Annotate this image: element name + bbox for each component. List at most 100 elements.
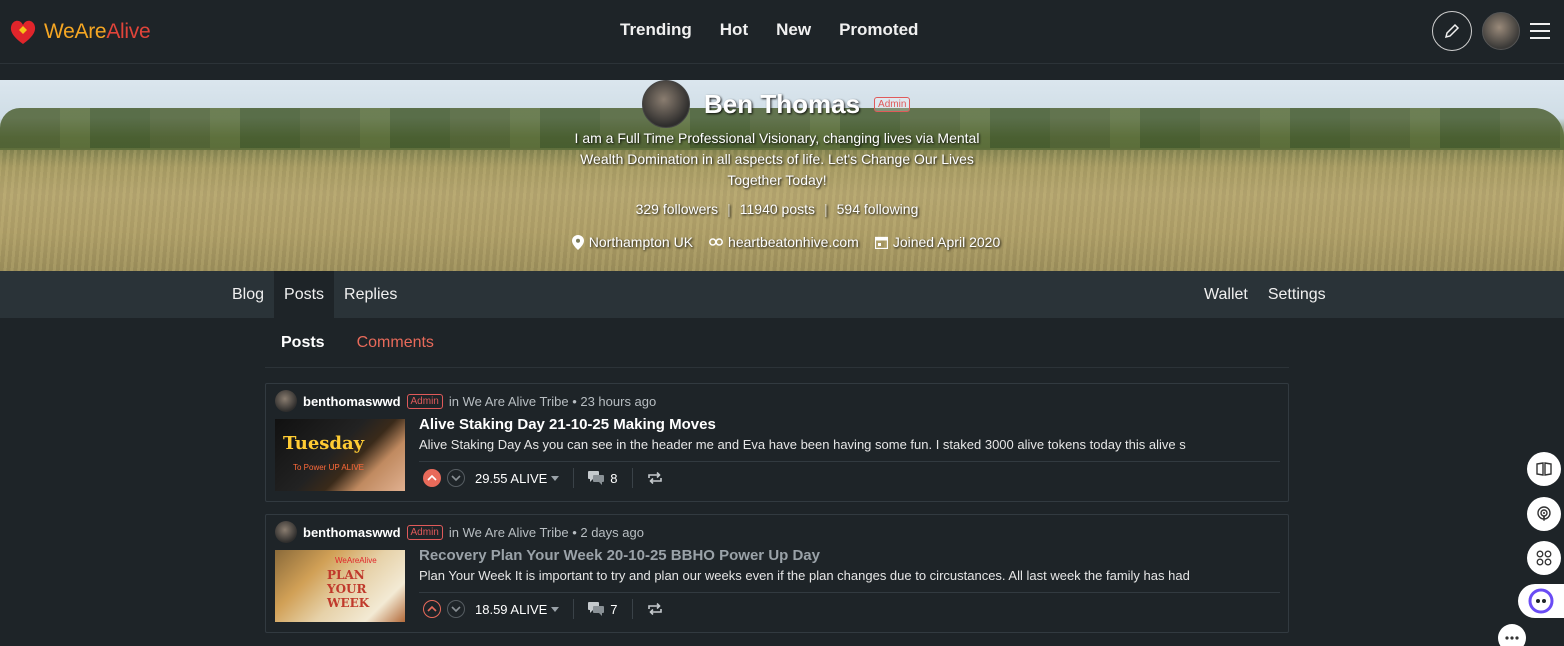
main-nav: Trending Hot New Promoted [620, 20, 918, 40]
comments-button[interactable]: 8 [588, 470, 618, 486]
post-meta: in We Are Alive Tribe • 2 days ago [448, 524, 644, 540]
profile-avatar [642, 80, 690, 128]
post-excerpt[interactable]: Plan Your Week It is important to try an… [419, 568, 1279, 583]
post-author-row: benthomaswwd Admin in We Are Alive Tribe… [275, 521, 644, 543]
post-author-row: benthomaswwd Admin in We Are Alive Tribe… [275, 390, 656, 412]
admin-badge: Admin [406, 524, 443, 540]
divider [631, 599, 633, 619]
ellipsis-icon [1505, 636, 1519, 640]
podcast-icon [1537, 506, 1551, 521]
comments-icon [588, 602, 605, 616]
admin-badge: Admin [406, 393, 443, 409]
profile-identity: Ben Thomas Admin [642, 80, 911, 128]
apps-button[interactable] [1527, 541, 1561, 575]
nav-promoted[interactable]: Promoted [839, 20, 918, 40]
chevron-down-icon [451, 606, 461, 613]
chevron-up-icon [427, 474, 437, 481]
post-card: benthomaswwd Admin in We Are Alive Tribe… [265, 514, 1289, 633]
stats-separator: | [727, 201, 731, 217]
post-actions: 18.59 ALIVE 7 [419, 592, 1280, 625]
reblog-icon[interactable] [647, 472, 663, 484]
pencil-icon [1444, 23, 1460, 39]
website-link[interactable]: heartbeatonhive.com [728, 234, 859, 250]
divider [573, 599, 575, 619]
brand-name: WeAreAlive [44, 20, 151, 43]
tab-wallet[interactable]: Wallet [1194, 271, 1258, 318]
reader-button[interactable] [1527, 452, 1561, 486]
comments-count: 7 [610, 601, 618, 617]
link-icon [709, 238, 723, 246]
thumbnail-text: Tuesday [283, 433, 365, 454]
tab-blog[interactable]: Blog [222, 271, 274, 318]
location: Northampton UK [571, 234, 694, 250]
assistant-icon [1528, 588, 1554, 614]
post-excerpt[interactable]: Alive Staking Day As you can see in the … [419, 437, 1279, 452]
website[interactable]: heartbeatonhive.com [709, 234, 859, 250]
author-avatar[interactable] [275, 521, 297, 543]
sub-tabs: Posts Comments [265, 318, 1289, 368]
reblog-icon[interactable] [647, 603, 663, 615]
divider [573, 468, 575, 488]
profile-meta: Northampton UK heartbeatonhive.com Joine… [0, 234, 1564, 250]
menu-icon[interactable] [1530, 23, 1550, 39]
author-avatar[interactable] [275, 390, 297, 412]
payout-value: 29.55 ALIVE [475, 470, 548, 486]
thumbnail-subtext: WeAreAlive [335, 556, 377, 565]
tab-posts[interactable]: Posts [274, 271, 335, 318]
upvote-button[interactable] [423, 600, 441, 618]
posts-count: 11940 posts [739, 201, 815, 217]
calendar-icon [874, 236, 888, 249]
comments-icon [588, 471, 605, 485]
location-text: Northampton UK [588, 234, 694, 250]
profile-header: Ben Thomas Admin I am a Full Time Profes… [0, 80, 1564, 271]
payout-dropdown[interactable]: 18.59 ALIVE [475, 601, 560, 617]
downvote-button[interactable] [447, 600, 465, 618]
author-name[interactable]: benthomaswwd [303, 394, 401, 409]
nav-new[interactable]: New [776, 20, 811, 40]
thumbnail-text: PLAN YOUR WEEK [327, 568, 370, 610]
divider [631, 468, 633, 488]
heart-logo-icon [10, 20, 36, 44]
profile-about: I am a Full Time Professional Visionary,… [574, 130, 980, 188]
post-meta: in We Are Alive Tribe • 23 hours ago [448, 393, 657, 409]
subtab-comments[interactable]: Comments [341, 318, 450, 367]
comments-button[interactable]: 7 [588, 601, 618, 617]
nav-hot[interactable]: Hot [720, 20, 748, 40]
chevron-down-icon [451, 475, 461, 482]
podcast-button[interactable] [1527, 497, 1561, 531]
tab-settings[interactable]: Settings [1258, 271, 1336, 318]
author-name[interactable]: benthomaswwd [303, 525, 401, 540]
post-title[interactable]: Recovery Plan Your Week 20-10-25 BBHO Po… [419, 547, 820, 564]
joined-text: Joined April 2020 [892, 234, 1001, 250]
subtab-posts[interactable]: Posts [265, 318, 341, 367]
nav-trending[interactable]: Trending [620, 20, 692, 40]
comments-count: 8 [610, 470, 618, 486]
location-pin-icon [571, 234, 584, 250]
assistant-button[interactable] [1518, 584, 1564, 618]
payout-value: 18.59 ALIVE [475, 601, 548, 617]
user-avatar[interactable] [1482, 12, 1520, 50]
profile-nav-left: Blog Posts Replies [222, 271, 407, 318]
book-icon [1536, 462, 1552, 476]
post-card: benthomaswwd Admin in We Are Alive Tribe… [265, 383, 1289, 502]
payout-dropdown[interactable]: 29.55 ALIVE [475, 470, 560, 486]
site-logo[interactable]: WeAreAlive [8, 18, 151, 46]
top-bar: WeAreAlive Trending Hot New Promoted [0, 0, 1564, 64]
post-title[interactable]: Alive Staking Day 21-10-25 Making Moves [419, 416, 716, 433]
admin-badge: Admin [874, 96, 911, 112]
following-count[interactable]: 594 following [837, 201, 919, 217]
post-thumbnail[interactable]: Tuesday To Power UP ALIVE [275, 419, 405, 491]
more-button[interactable] [1498, 624, 1526, 646]
caret-down-icon [551, 475, 560, 481]
tab-replies[interactable]: Replies [334, 271, 407, 318]
downvote-button[interactable] [447, 469, 465, 487]
thumbnail-subtext: To Power UP ALIVE [293, 463, 364, 472]
compose-button[interactable] [1432, 11, 1472, 51]
post-actions: 29.55 ALIVE 8 [419, 461, 1280, 494]
profile-name: Ben Thomas [704, 88, 861, 119]
followers-count[interactable]: 329 followers [636, 201, 719, 217]
stats-separator: | [824, 201, 828, 217]
header-actions [1432, 11, 1550, 51]
post-thumbnail[interactable]: PLAN YOUR WEEK WeAreAlive [275, 550, 405, 622]
upvote-button[interactable] [423, 469, 441, 487]
